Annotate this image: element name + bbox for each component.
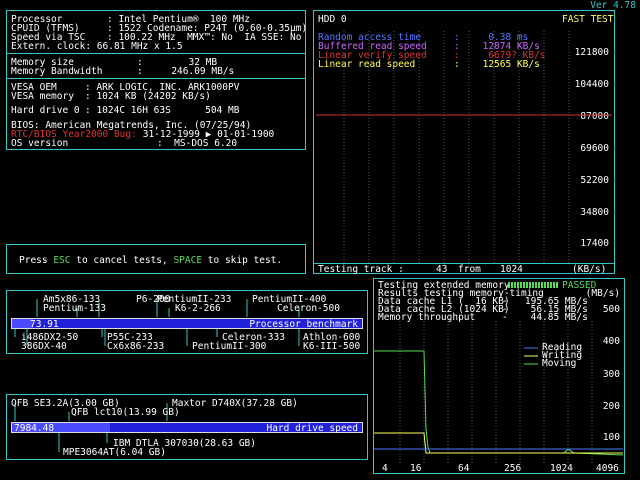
cpu-ref-label: 386DX-40	[21, 341, 67, 352]
x-tick: 4096	[596, 463, 619, 474]
system-info-panel: Processor : Intel Pentium® 100 MHz CPUID…	[6, 10, 307, 150]
x-tick: 4	[382, 463, 388, 474]
cpu-ref-label: Pentium-133	[43, 303, 106, 314]
cpu-benchmark-panel: Am5x86-133 P6-200 PentiumII-233 PentiumI…	[6, 290, 368, 354]
message-line: Press ESC to cancel tests, SPACE to skip…	[19, 256, 282, 266]
cpu-ref-label: K6-2-266	[175, 303, 221, 314]
hdd-value: : 1024C 16H 63S 504 MB	[85, 105, 240, 116]
hd-ref-label: Maxtor D740X(37.28 GB)	[172, 398, 298, 409]
vesa-mem-label: VESA memory	[11, 91, 74, 102]
memory-panel: Testing extended memory... PASSED Result…	[373, 278, 625, 474]
hdd-label: Hard drive 0	[11, 105, 80, 116]
membw-value: : 246.09 MB/s	[137, 66, 235, 77]
hd-benchmark-bar: 7984.48 Hard drive speed	[11, 422, 363, 433]
os-value: : MS-DOS 6.20	[157, 138, 238, 149]
hdd-panel: HDD 0 FAST TEST Random access time : 0.3…	[313, 10, 615, 274]
hd-benchmark-label: Hard drive speed	[266, 423, 358, 434]
membw-label: Memory Bandwidth	[11, 66, 103, 77]
track-from: from	[458, 264, 481, 275]
moving-trace	[374, 350, 624, 456]
writing-trace	[374, 432, 623, 454]
x-tick: 256	[504, 463, 522, 474]
cpu-ref-label: Cx6x86-233	[107, 341, 165, 352]
x-tick: 64	[458, 463, 470, 474]
cpu-ref-label: K6-III-500	[303, 341, 361, 352]
message-text: to cancel tests,	[70, 255, 174, 266]
legend-moving: Moving	[542, 358, 577, 369]
space-key: SPACE	[173, 255, 203, 266]
cpu-ref-label: PentiumII-300	[192, 341, 267, 352]
track-total: 1024	[500, 264, 523, 275]
track-label: Testing track :	[318, 264, 404, 275]
hd-ref-label: MPE3064AT(6.04 GB)	[63, 447, 166, 458]
message-text: Press	[19, 255, 54, 266]
track-unit: (KB/s)	[572, 264, 607, 275]
cpu-benchmark-label: Processor benchmark	[249, 319, 358, 330]
hd-ref-label: QFB lct10(13.99 GB)	[71, 407, 180, 418]
divider	[7, 78, 305, 79]
memory-speed-graph	[374, 321, 624, 463]
track-current: 43	[436, 264, 448, 275]
hd-benchmark-panel: QFB SE3.2A(3.00 GB) Maxtor D740X(37.28 G…	[6, 394, 368, 460]
os-label: OS version	[11, 138, 69, 149]
message-text: to skip test.	[202, 255, 283, 266]
hd-benchmark-value: 7984.48	[14, 423, 55, 434]
esc-key: ESC	[53, 255, 71, 266]
divider	[7, 53, 305, 54]
message-panel: Press ESC to cancel tests, SPACE to skip…	[6, 244, 306, 274]
extern-clock: Extern. clock: 66.81 MHz x 1.5	[11, 41, 183, 52]
x-tick: 1024	[550, 463, 573, 474]
cpu-benchmark-bar: 73.91 Processor benchmark	[11, 318, 363, 329]
vesa-mem-value: : 1024 KB (24202 KB/s)	[85, 91, 211, 102]
cpu-benchmark-value: 73.91	[30, 319, 59, 330]
cpu-ref-label: Celeron-500	[277, 303, 340, 314]
x-tick: 16	[410, 463, 422, 474]
hdd-speed-graph	[316, 31, 612, 263]
